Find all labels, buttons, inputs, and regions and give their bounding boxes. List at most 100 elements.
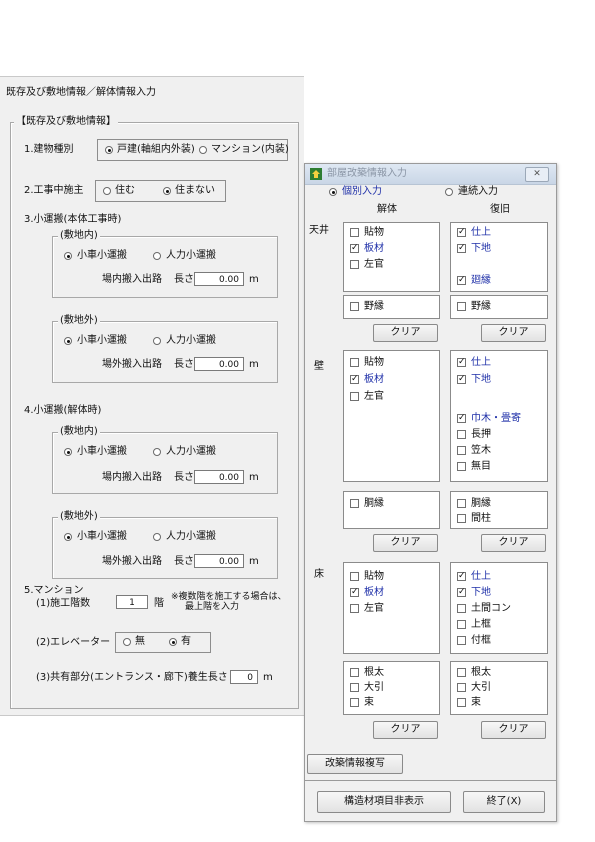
elevator-radio-group: 無 有 — [115, 632, 211, 653]
building-type-mansion-radio[interactable] — [199, 146, 207, 154]
floor-restore-checkbox[interactable] — [457, 620, 466, 629]
owner-residence-live-radio[interactable] — [103, 187, 111, 195]
floor-restore-extra-checkbox[interactable] — [457, 668, 466, 677]
building-type-radio-group: 戸建(軸組内外装) マンション(内装) — [97, 139, 289, 161]
wall-restore-checkbox[interactable]: ✓ — [457, 375, 466, 384]
floor-restore-checkbox[interactable]: ✓ — [457, 572, 466, 581]
ceiling-restoration-extra-panel: 野縁 — [450, 295, 548, 319]
q3-onsite-length-input[interactable]: 0.00 — [194, 272, 244, 286]
wall-restore-checkbox[interactable]: ✓ — [457, 358, 466, 367]
copy-renovation-info-button[interactable]: 改築情報複写 — [307, 754, 403, 774]
exit-button[interactable]: 終了(X) — [463, 791, 545, 813]
ceiling-restore-extra-checkbox[interactable] — [457, 302, 466, 311]
q3-offsite-cart-label: 小車小運搬 — [77, 335, 127, 346]
ceiling-demo-label: 貼物 — [364, 227, 384, 238]
wall-demo-clear-button[interactable]: クリア — [373, 534, 438, 552]
floor-demo-label: 貼物 — [364, 571, 384, 582]
mode-individual-radio[interactable] — [329, 188, 337, 196]
wall-restore-clear-button[interactable]: クリア — [481, 534, 546, 552]
wall-demo-checkbox[interactable] — [350, 392, 359, 401]
wall-demo-extra-label: 胴縁 — [364, 498, 384, 509]
q4-offsite-manual-radio[interactable] — [153, 533, 161, 541]
building-type-detached-radio[interactable] — [105, 146, 113, 154]
floor-label: 床 — [314, 569, 324, 580]
floor-restore-extra-checkbox[interactable] — [457, 683, 466, 692]
ceiling-demo-extra-checkbox[interactable] — [350, 302, 359, 311]
owner-residence-notlive-radio[interactable] — [163, 187, 171, 195]
bottom-divider — [305, 780, 556, 781]
wall-demo-checkbox[interactable]: ✓ — [350, 375, 359, 384]
q3-onsite-manual-radio[interactable] — [153, 252, 161, 260]
dialog-titlebar[interactable]: 部屋改築情報入力 ✕ — [305, 164, 556, 185]
q4-onsite-manual-radio[interactable] — [153, 448, 161, 456]
building-type-detached-label: 戸建(軸組内外装) — [117, 144, 195, 155]
floor-restore-checkbox[interactable] — [457, 636, 466, 645]
ceiling-demo-clear-button[interactable]: クリア — [373, 324, 438, 342]
wall-demo-label: 貼物 — [364, 357, 384, 368]
wall-restoration-extra-panel: 胴縁 間柱 — [450, 491, 548, 529]
wall-restore-extra-checkbox[interactable] — [457, 499, 466, 508]
wall-demo-checkbox[interactable] — [350, 358, 359, 367]
q4-offsite-length-input[interactable]: 0.00 — [194, 554, 244, 568]
floor-restore-extra-checkbox[interactable] — [457, 698, 466, 707]
elevator-none-label: 無 — [135, 636, 145, 647]
q4-onsite-length-input[interactable]: 0.00 — [194, 470, 244, 484]
wall-restore-checkbox[interactable] — [457, 430, 466, 439]
floors-input[interactable]: 1 — [116, 595, 148, 609]
floor-restore-label: 付框 — [471, 635, 491, 646]
q4-offsite-path-label: 場外搬入出路 — [102, 556, 162, 567]
q3-offsite-cart-radio[interactable] — [64, 337, 72, 345]
hide-structural-items-button[interactable]: 構造材項目非表示 — [317, 791, 451, 813]
floor-demo-extra-checkbox[interactable] — [350, 698, 359, 707]
wall-restore-extra-label: 胴縁 — [471, 498, 491, 509]
floor-restore-clear-button[interactable]: クリア — [481, 721, 546, 739]
app-icon — [310, 168, 322, 180]
close-icon[interactable]: ✕ — [525, 167, 549, 182]
floor-demo-checkbox[interactable]: ✓ — [350, 588, 359, 597]
floor-restore-label: 上框 — [471, 619, 491, 630]
mode-individual-label: 個別入力 — [342, 186, 382, 197]
floor-restore-checkbox[interactable]: ✓ — [457, 588, 466, 597]
wall-demo-extra-checkbox[interactable] — [350, 499, 359, 508]
ceiling-restore-clear-button[interactable]: クリア — [481, 324, 546, 342]
q3-offsite-length-input[interactable]: 0.00 — [194, 357, 244, 371]
elevator-yes-radio[interactable] — [169, 638, 177, 646]
floor-restore-label: 仕上 — [471, 571, 491, 582]
wall-restore-checkbox[interactable] — [457, 446, 466, 455]
floor-demo-extra-checkbox[interactable] — [350, 668, 359, 677]
ceiling-restore-label: 下地 — [471, 243, 491, 254]
mode-continuous-radio[interactable] — [445, 188, 453, 196]
floor-demo-extra-checkbox[interactable] — [350, 683, 359, 692]
room-renovation-dialog: 部屋改築情報入力 ✕ 個別入力 連続入力 解体 復旧 天井 貼物 ✓ 板材 左官… — [304, 163, 557, 822]
wall-restore-checkbox[interactable]: ✓ — [457, 414, 466, 423]
elevator-none-radio[interactable] — [123, 638, 131, 646]
wall-restore-label: 長押 — [471, 429, 491, 440]
q3-offsite-manual-label: 人力小運搬 — [166, 335, 216, 346]
floors-label: (1)施工階数 — [36, 598, 91, 609]
q3-offsite-legend: (敷地外) — [58, 315, 100, 327]
column-demolition-header: 解体 — [377, 204, 397, 215]
ceiling-demo-checkbox[interactable] — [350, 260, 359, 269]
floor-demo-clear-button[interactable]: クリア — [373, 721, 438, 739]
q4-onsite-length-label: 長さ — [174, 472, 194, 483]
ceiling-restoration-panel: ✓ 仕上 ✓ 下地 ✓ 廻縁 — [450, 222, 548, 292]
ceiling-restore-checkbox[interactable]: ✓ — [457, 228, 466, 237]
common-area-input[interactable]: 0 — [230, 670, 258, 684]
transport-construction-label: 3.小運搬(本体工事時) — [24, 214, 122, 225]
floor-demo-checkbox[interactable] — [350, 604, 359, 613]
wall-restore-checkbox[interactable] — [457, 462, 466, 471]
ceiling-demo-checkbox[interactable] — [350, 228, 359, 237]
floor-restore-checkbox[interactable] — [457, 604, 466, 613]
floor-restore-label: 土間コン — [471, 603, 511, 614]
wall-restore-extra-checkbox[interactable] — [457, 514, 466, 523]
ceiling-restore-checkbox[interactable]: ✓ — [457, 276, 466, 285]
ceiling-demo-checkbox[interactable]: ✓ — [350, 244, 359, 253]
q3-offsite-manual-radio[interactable] — [153, 337, 161, 345]
ceiling-restore-checkbox[interactable]: ✓ — [457, 244, 466, 253]
q3-onsite-cart-radio[interactable] — [64, 252, 72, 260]
q4-offsite-cart-radio[interactable] — [64, 533, 72, 541]
q4-onsite-cart-radio[interactable] — [64, 448, 72, 456]
q3-onsite-frame — [52, 236, 278, 298]
floor-demo-checkbox[interactable] — [350, 572, 359, 581]
ceiling-label: 天井 — [309, 225, 329, 236]
